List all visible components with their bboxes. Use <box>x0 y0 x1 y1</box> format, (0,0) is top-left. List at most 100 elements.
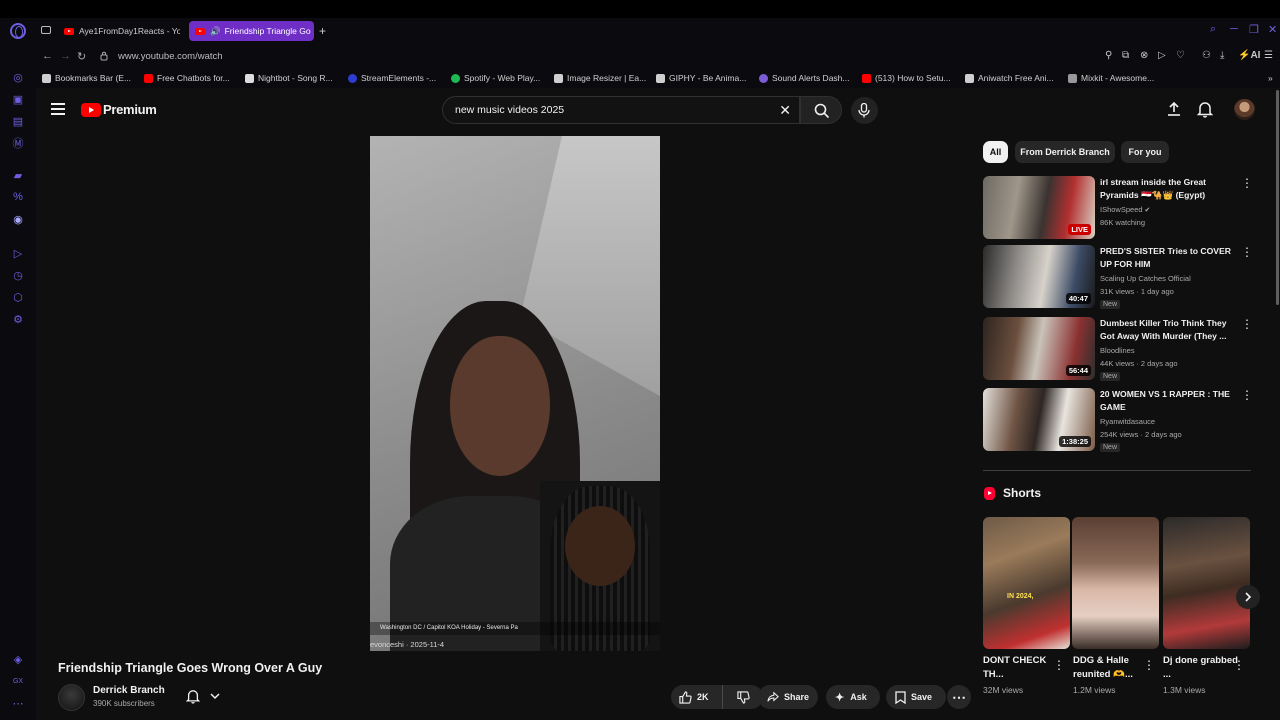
bookmark-page-icon[interactable]: ⚲ <box>1105 50 1112 61</box>
recommendation-menu-icon[interactable]: ⋮ <box>1241 389 1253 401</box>
new-tab-button[interactable]: + <box>319 24 326 38</box>
messenger-icon[interactable]: ◎ <box>11 70 25 84</box>
recommendation-channel[interactable]: Scaling Up Catches Official <box>1100 274 1191 283</box>
forward-icon[interactable]: → <box>60 50 71 62</box>
save-button[interactable]: Save <box>886 685 946 709</box>
bookmark-item[interactable]: (513) How to Setu... <box>862 73 951 83</box>
snap-icon[interactable]: ❐ <box>1249 23 1259 36</box>
short-menu-icon[interactable]: ⋮ <box>1233 658 1245 672</box>
tab-menu-icon[interactable] <box>41 26 51 34</box>
channel-avatar[interactable] <box>58 684 85 711</box>
back-icon[interactable]: ← <box>42 50 53 62</box>
chevron-down-icon[interactable] <box>209 691 221 701</box>
easy-setup-menu-icon[interactable]: ☰ <box>1264 50 1273 61</box>
bookmark-item[interactable]: StreamElements -... <box>348 73 436 83</box>
notifications-bell-icon[interactable] <box>1197 101 1213 118</box>
recommendation-thumbnail[interactable]: 56:44 <box>983 317 1095 380</box>
more-actions-button[interactable]: ⋯ <box>947 685 971 709</box>
bookmark-item[interactable]: Image Resizer | Ea... <box>554 73 646 83</box>
m-app-icon[interactable]: Ⓜ <box>11 136 25 150</box>
extensions-icon[interactable]: ⬡ <box>11 290 25 304</box>
discord-icon[interactable]: ◉ <box>11 212 25 226</box>
chip-from-derrick-branch[interactable]: From Derrick Branch <box>1015 141 1115 163</box>
bookmark-item[interactable]: Spotify - Web Play... <box>451 73 540 83</box>
crypto-wallet-icon[interactable]: ▣ <box>11 92 25 106</box>
recommendation-channel[interactable]: IShowSpeed ✔ <box>1100 205 1150 214</box>
close-window-icon[interactable]: ✕ <box>1268 23 1277 36</box>
recommendation-channel[interactable]: Bloodlines <box>1100 346 1135 355</box>
url-field[interactable]: www.youtube.com/watch <box>118 51 223 62</box>
aria-ai-button[interactable]: ⚡AI <box>1238 50 1260 61</box>
adblock-icon[interactable]: ⊗ <box>1140 50 1148 61</box>
bookmarks-overflow-icon[interactable]: » <box>1268 73 1273 83</box>
shorts-next-button[interactable] <box>1236 585 1260 609</box>
bookmark-item[interactable]: Free Chatbots for... <box>144 73 230 83</box>
guide-menu-icon[interactable] <box>51 103 65 115</box>
channel-name[interactable]: Derrick Branch <box>93 685 165 696</box>
recommendation-thumbnail[interactable]: 1:38:25 <box>983 388 1095 451</box>
aria-icon[interactable]: ◈ <box>11 652 25 666</box>
bookmark-item[interactable]: GIPHY - Be Anima... <box>656 73 746 83</box>
chip-for-you[interactable]: For you <box>1121 141 1169 163</box>
bookmark-item[interactable]: Aniwatch Free Ani... <box>965 73 1054 83</box>
player-icon[interactable]: ▷ <box>1158 50 1166 61</box>
short-menu-icon[interactable]: ⋮ <box>1143 658 1155 672</box>
more-sidebar-icon[interactable]: ⋯ <box>11 696 25 710</box>
reload-icon[interactable]: ↻ <box>77 50 86 63</box>
recommendation-title[interactable]: irl stream inside the Great Pyramids 🇪🇬🐪… <box>1100 176 1235 202</box>
settings-icon[interactable]: ⚙ <box>11 312 25 326</box>
recommendation-item[interactable]: 1:38:25 20 WOMEN VS 1 RAPPER : THE GAME Ry… <box>983 388 1253 452</box>
bookmark-item[interactable]: Mixkit - Awesome... <box>1068 73 1154 83</box>
snapshot-icon[interactable]: ⧉ <box>1122 50 1129 61</box>
short-thumbnail[interactable] <box>1163 517 1250 649</box>
recommendation-title[interactable]: 20 WOMEN VS 1 RAPPER : THE GAME <box>1100 388 1235 414</box>
bookmark-item[interactable]: Nightbot - Song R... <box>245 73 333 83</box>
chip-all[interactable]: All <box>983 141 1008 163</box>
pinboard-icon[interactable]: ▤ <box>11 114 25 128</box>
dislike-button[interactable] <box>723 685 763 709</box>
recommendation-thumbnail[interactable]: LIVE <box>983 176 1095 239</box>
bookmark-item[interactable]: Sound Alerts Dash... <box>759 73 850 83</box>
tab-friendship-triangle[interactable]: 🔊 Friendship Triangle Go <box>189 21 314 41</box>
voice-search-button[interactable] <box>851 97 878 124</box>
recommendation-title[interactable]: Dumbest Killer Trio Think They Got Away … <box>1100 317 1235 343</box>
like-button[interactable]: 2K <box>671 685 723 709</box>
short-title[interactable]: Dj done grabbed ... <box>1163 654 1238 682</box>
recommendation-item[interactable]: 40:47 PRED'S SISTER Tries to COVER UP FOR… <box>983 245 1253 309</box>
recommendation-menu-icon[interactable]: ⋮ <box>1241 246 1253 258</box>
search-field[interactable]: new music videos 2025 ✕ <box>442 96 800 124</box>
recommendation-menu-icon[interactable]: ⋮ <box>1241 177 1253 189</box>
opera-logo-icon[interactable] <box>10 23 26 39</box>
ask-button[interactable]: ✦ Ask <box>826 685 880 709</box>
video-player[interactable]: Washington DC / Capitol KOA Holiday - Se… <box>370 136 660 651</box>
page-scrollbar[interactable] <box>1276 90 1279 305</box>
recommendation-item[interactable]: 56:44 Dumbest Killer Trio Think They Got … <box>983 317 1253 381</box>
share-button[interactable]: Share <box>758 685 818 709</box>
bookmark-item[interactable]: Bookmarks Bar (E... <box>42 73 131 83</box>
search-button[interactable] <box>800 96 842 124</box>
percent-icon[interactable]: % <box>11 190 25 204</box>
short-thumbnail[interactable]: IN 2024, <box>983 517 1070 649</box>
download-icon[interactable]: ⤓ <box>1220 50 1224 61</box>
lock-icon[interactable] <box>100 51 108 61</box>
clear-search-icon[interactable]: ✕ <box>779 102 791 119</box>
gx-icon[interactable]: GX <box>11 674 25 688</box>
heart-icon[interactable]: ♡ <box>1176 50 1185 61</box>
account-icon[interactable]: ⚇ <box>1202 50 1211 61</box>
history-icon[interactable]: ◷ <box>11 268 25 282</box>
search-input[interactable]: new music videos 2025 <box>455 104 564 116</box>
short-title[interactable]: DONT CHECK TH... <box>983 654 1058 682</box>
tab-aye1fromday1reacts[interactable]: Aye1FromDay1Reacts - Yo <box>58 21 180 41</box>
recommendation-thumbnail[interactable]: 40:47 <box>983 245 1095 308</box>
short-thumbnail[interactable] <box>1072 517 1159 649</box>
recommendation-item[interactable]: LIVE irl stream inside the Great Pyramids… <box>983 176 1253 239</box>
recommendation-menu-icon[interactable]: ⋮ <box>1241 318 1253 330</box>
recommendation-channel[interactable]: Ryanwitdasauce <box>1100 417 1155 426</box>
upload-icon[interactable] <box>1166 101 1182 117</box>
short-title[interactable]: DDG & Halle reunited 🫶... <box>1073 654 1148 682</box>
minimize-icon[interactable]: ─ <box>1230 23 1238 35</box>
short-menu-icon[interactable]: ⋮ <box>1053 658 1065 672</box>
player-icon[interactable]: ▷ <box>11 246 25 260</box>
twitch-icon[interactable]: ▰ <box>11 168 25 182</box>
search-tabs-icon[interactable]: ⌕ <box>1210 23 1216 36</box>
